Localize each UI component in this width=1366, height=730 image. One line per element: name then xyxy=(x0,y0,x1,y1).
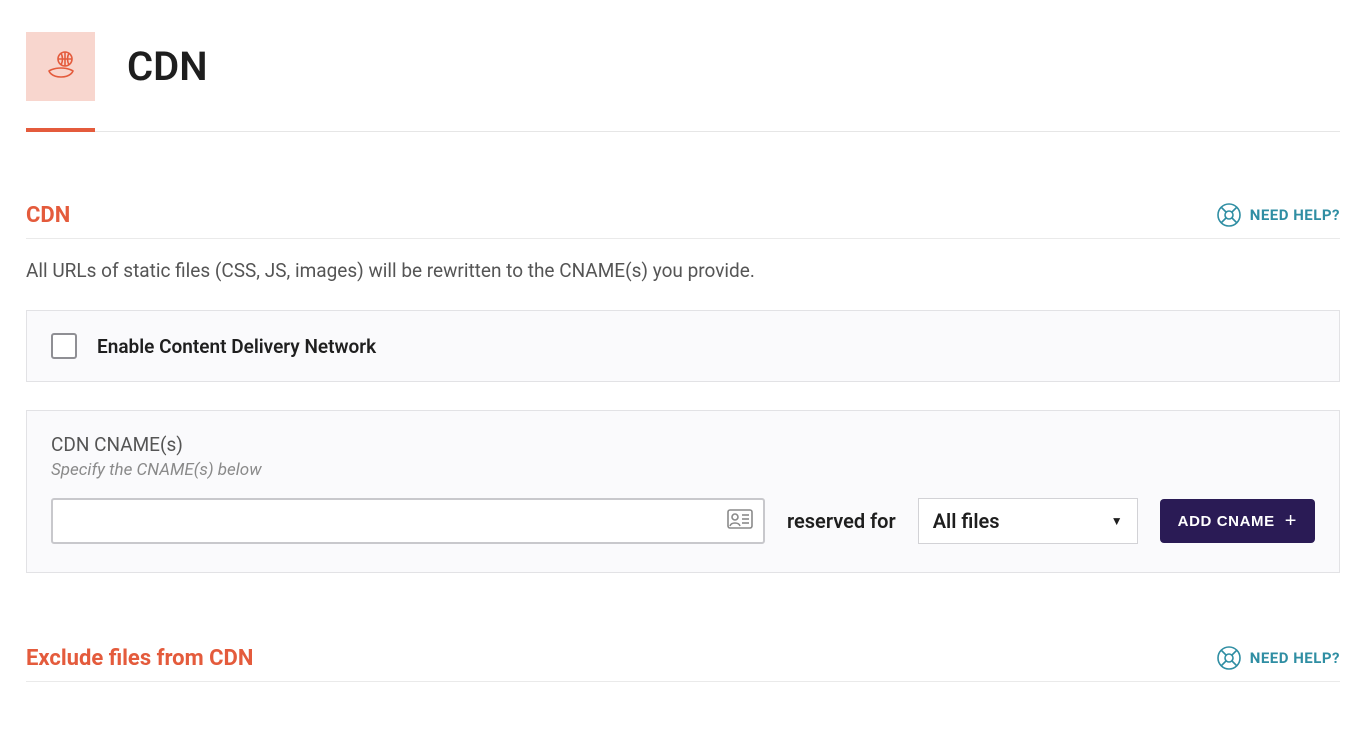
cdn-section-header: CDN NEED HELP? xyxy=(26,202,1340,239)
page-title: CDN xyxy=(127,43,208,90)
cname-title: CDN CNAME(s) xyxy=(27,411,1339,456)
cname-panel: CDN CNAME(s) Specify the CNAME(s) below … xyxy=(26,410,1340,573)
reserved-for-label: reserved for xyxy=(787,509,896,533)
active-tab-indicator xyxy=(26,128,95,132)
need-help-link[interactable]: NEED HELP? xyxy=(1216,202,1340,228)
enable-cdn-label: Enable Content Delivery Network xyxy=(97,335,376,358)
select-value: All files xyxy=(933,509,1000,533)
page-root: CDN CDN NEED HELP? All URLs of static fi… xyxy=(0,0,1366,722)
cname-input-wrap xyxy=(51,498,765,544)
tab-bar xyxy=(26,127,1340,132)
cdn-description: All URLs of static files (CSS, JS, image… xyxy=(26,259,1340,282)
lifebuoy-icon xyxy=(1216,202,1242,228)
cname-controls-row: reserved for All files ▼ ADD CNAME + xyxy=(27,480,1339,572)
exclude-section-header: Exclude files from CDN NEED HELP? xyxy=(26,645,1340,682)
enable-cdn-panel: Enable Content Delivery Network xyxy=(26,310,1340,382)
need-help-link-exclude[interactable]: NEED HELP? xyxy=(1216,645,1340,671)
file-type-select[interactable]: All files ▼ xyxy=(918,498,1138,544)
lifebuoy-icon xyxy=(1216,645,1242,671)
add-cname-label: ADD CNAME xyxy=(1178,513,1275,530)
add-cname-button[interactable]: ADD CNAME + xyxy=(1160,499,1315,543)
enable-cdn-row: Enable Content Delivery Network xyxy=(27,311,1339,381)
page-header: CDN xyxy=(26,0,1340,101)
chevron-down-icon: ▼ xyxy=(1111,514,1123,528)
plus-icon: + xyxy=(1285,511,1297,531)
id-card-icon xyxy=(727,509,753,533)
need-help-label: NEED HELP? xyxy=(1250,206,1340,224)
cdn-section-title: CDN xyxy=(26,203,70,228)
enable-cdn-checkbox[interactable] xyxy=(51,333,77,359)
cname-input[interactable] xyxy=(51,498,765,544)
cdn-icon xyxy=(26,32,95,101)
exclude-section-title: Exclude files from CDN xyxy=(26,646,253,671)
need-help-label-exclude: NEED HELP? xyxy=(1250,649,1340,667)
cname-subtitle: Specify the CNAME(s) below xyxy=(27,456,1339,480)
